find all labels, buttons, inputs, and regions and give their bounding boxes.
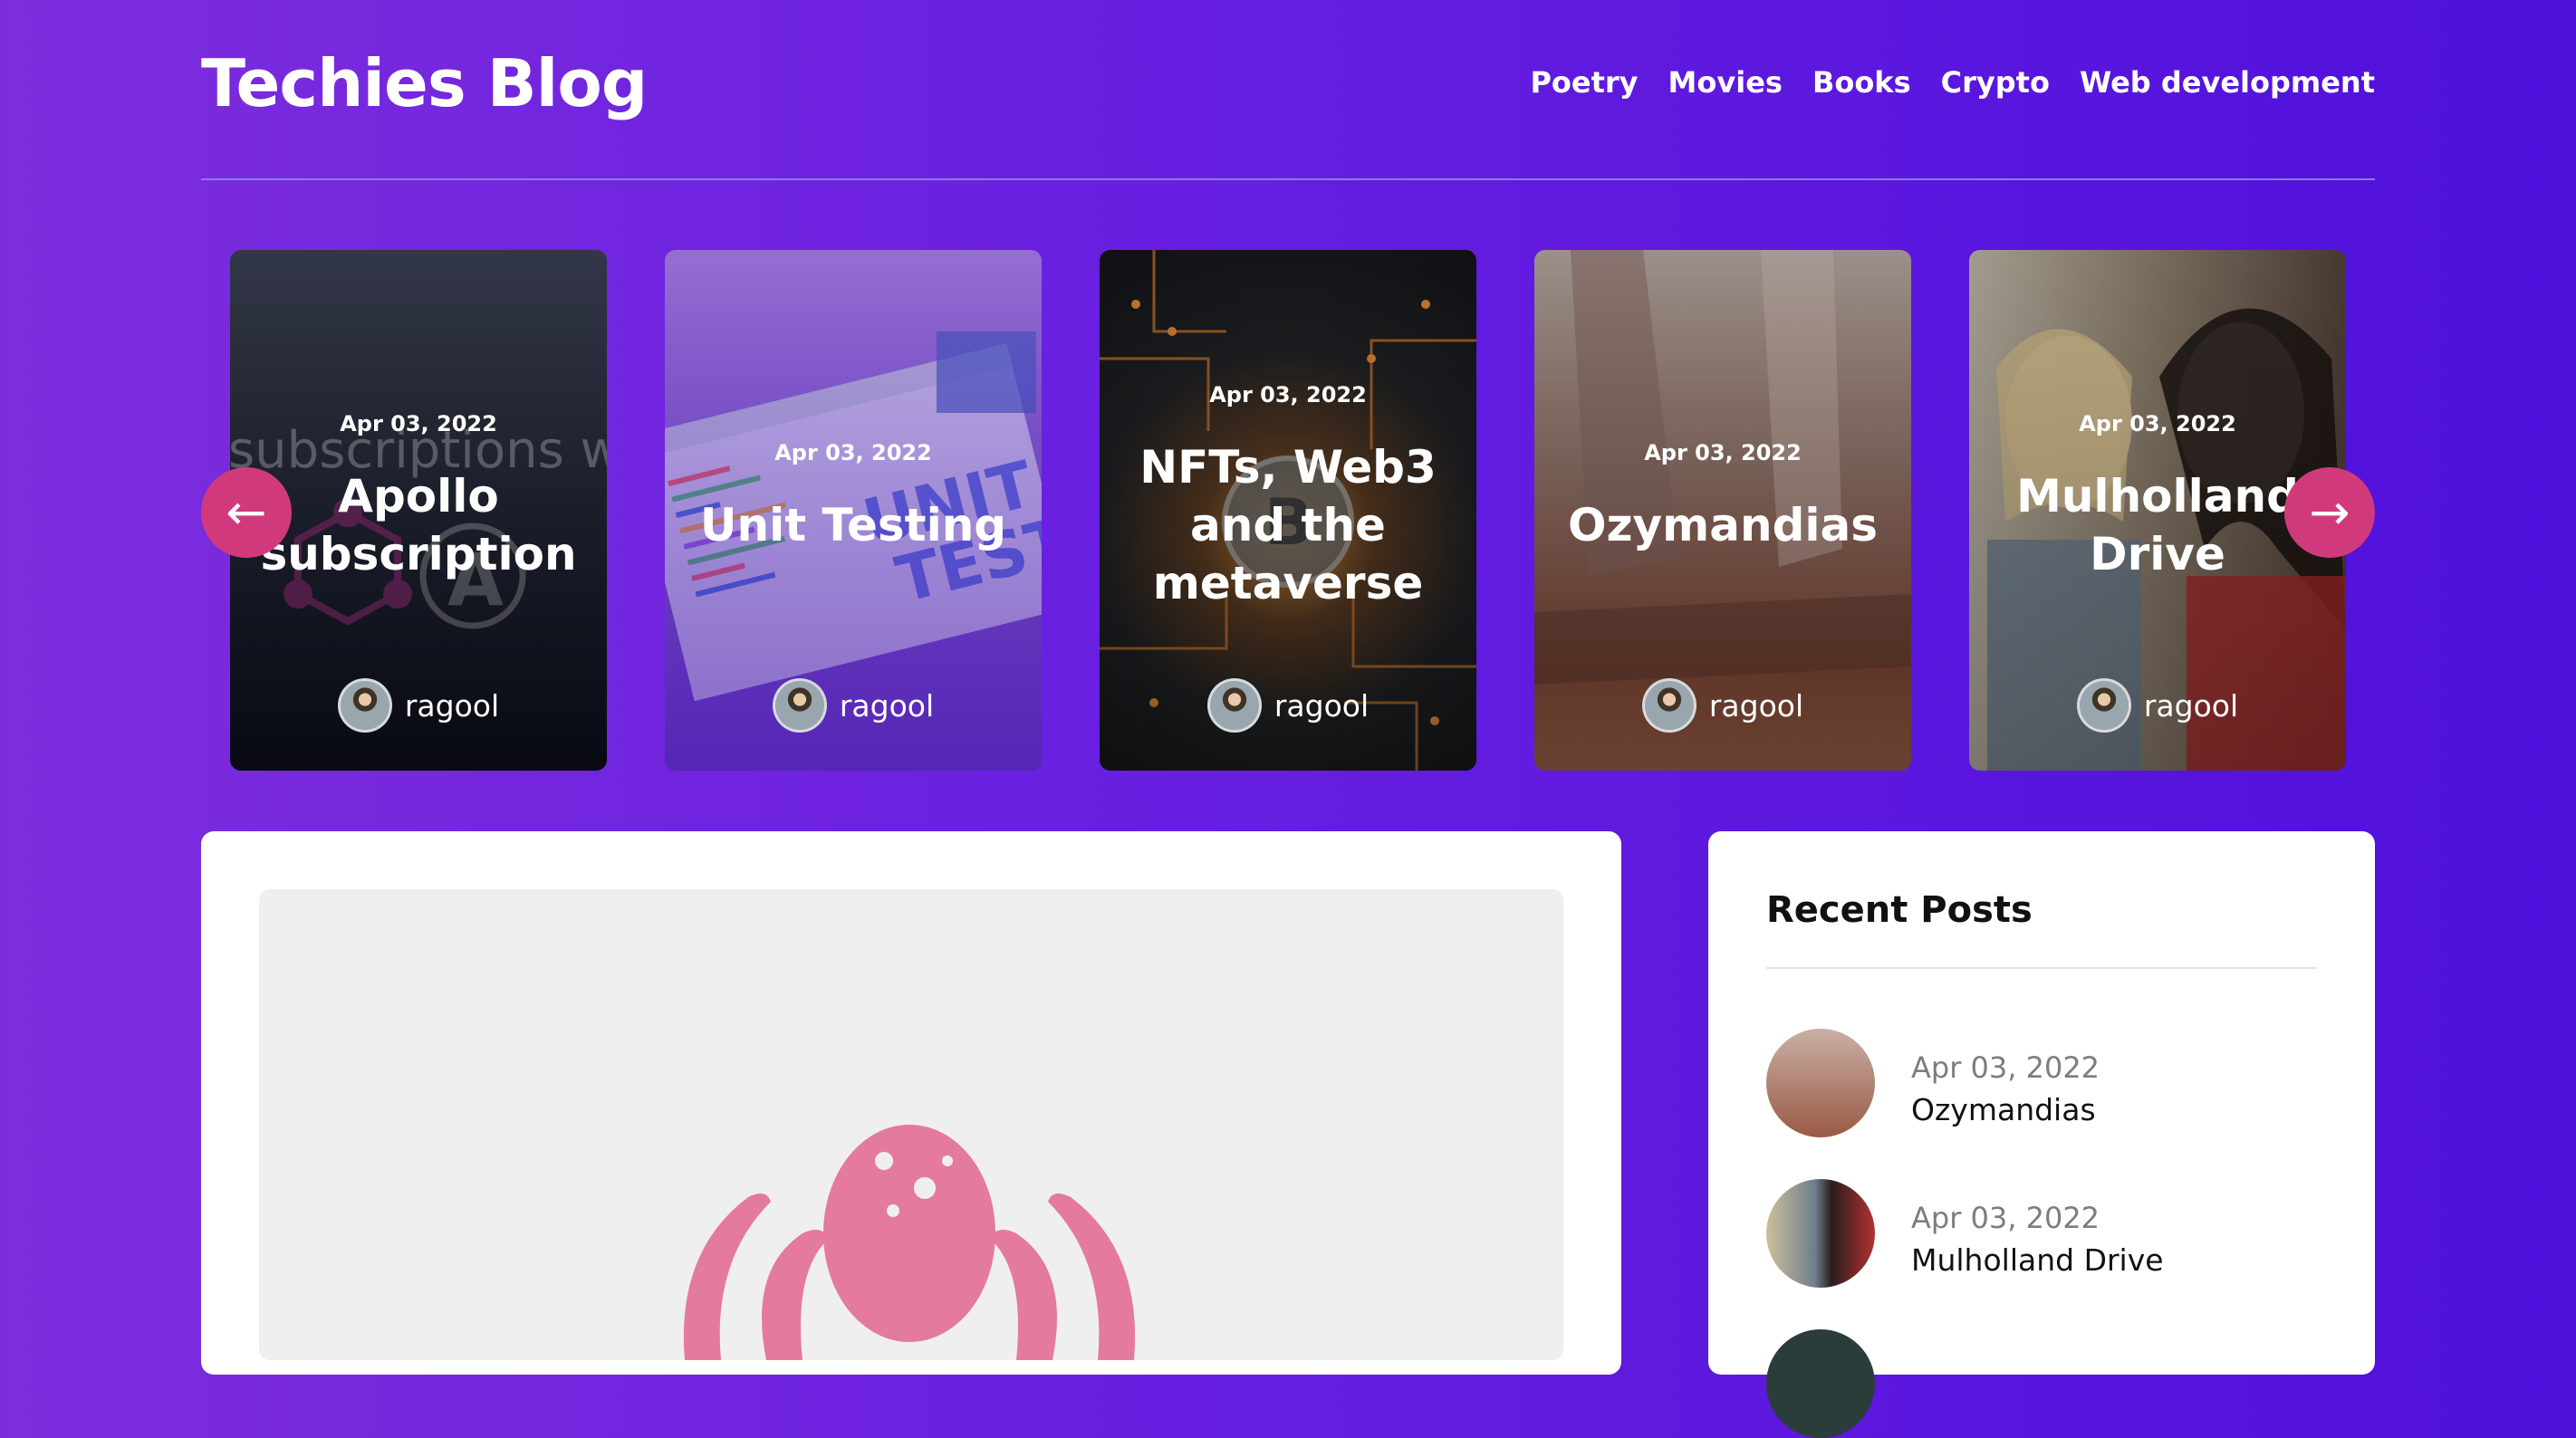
card-title[interactable]: NFTs, Web3 and the metaverse (1109, 438, 1467, 612)
author-avatar (772, 678, 827, 733)
card-date: Apr 03, 2022 (340, 411, 497, 436)
recent-post-thumbnail (1766, 1179, 1875, 1288)
recent-post-item[interactable] (1766, 1329, 2317, 1438)
nav-movies[interactable]: Movies (1668, 65, 1783, 100)
author-avatar (337, 678, 392, 733)
nav-books[interactable]: Books (1812, 65, 1911, 100)
recent-post-date: Apr 03, 2022 (1911, 1050, 2100, 1085)
carousel-card[interactable]: UNIT TESTS Apr 03, 2022 Unit Testing rag… (665, 250, 1042, 771)
carousel-prev-button[interactable]: ← (201, 467, 292, 558)
site-logo[interactable]: Techies Blog (201, 45, 648, 121)
arrow-left-icon: ← (226, 484, 267, 541)
main-nav: Poetry Movies Books Crypto Web developme… (1530, 65, 2375, 100)
recent-post-thumbnail (1766, 1329, 1875, 1438)
recent-posts-divider (1766, 967, 2317, 969)
featured-post-image[interactable] (259, 889, 1563, 1360)
author-avatar (1206, 678, 1262, 733)
card-author: ragool (1969, 678, 2346, 733)
arrow-right-icon: → (2309, 484, 2350, 541)
card-title[interactable]: Apollo subscription (239, 467, 598, 583)
carousel-card[interactable]: Apr 03, 2022 Ozymandias ragool (1534, 250, 1911, 771)
nav-web-development[interactable]: Web development (2080, 65, 2375, 100)
author-name: ragool (404, 687, 500, 724)
site-header: Techies Blog Poetry Movies Books Crypto … (201, 0, 2375, 179)
recent-post-item[interactable]: Apr 03, 2022 Ozymandias (1766, 1029, 2317, 1137)
recent-posts-title: Recent Posts (1766, 889, 2033, 931)
recent-posts-panel: Recent Posts Apr 03, 2022 Ozymandias Apr… (1708, 831, 2375, 1438)
card-date: Apr 03, 2022 (1209, 382, 1367, 407)
author-name: ragool (1274, 687, 1370, 724)
recent-post-item[interactable]: Apr 03, 2022 Mulholland Drive (1766, 1179, 2317, 1288)
card-date: Apr 03, 2022 (1644, 440, 1802, 465)
author-name: ragool (2143, 687, 2239, 724)
author-name: ragool (1708, 687, 1804, 724)
card-title[interactable]: Unit Testing (674, 496, 1033, 554)
recent-post-date: Apr 03, 2022 (1911, 1201, 2100, 1235)
card-author: ragool (1534, 678, 1911, 733)
card-title[interactable]: Ozymandias (1543, 496, 1902, 554)
main-content-panel (201, 831, 1621, 1375)
card-date: Apr 03, 2022 (2079, 411, 2236, 436)
recent-post-title[interactable]: Ozymandias (1911, 1092, 2096, 1127)
author-avatar (1641, 678, 1697, 733)
card-title[interactable]: Mulholland Drive (1978, 467, 2337, 583)
card-author: ragool (1100, 678, 1476, 733)
nav-crypto[interactable]: Crypto (1941, 65, 2050, 100)
nav-poetry[interactable]: Poetry (1530, 65, 1638, 100)
carousel-card[interactable]: B Apr 03, 2022 NFTs, Web3 and the metave… (1100, 250, 1476, 771)
header-divider (201, 178, 2375, 180)
card-author: ragool (665, 678, 1042, 733)
recent-post-thumbnail (1766, 1029, 1875, 1137)
recent-post-title[interactable]: Mulholland Drive (1911, 1242, 2164, 1278)
featured-carousel: subscriptions w A Apr 03, 2022 Apollo su… (201, 250, 2375, 772)
card-date: Apr 03, 2022 (774, 440, 932, 465)
carousel-next-button[interactable]: → (2284, 467, 2375, 558)
author-name: ragool (839, 687, 935, 724)
author-avatar (2076, 678, 2131, 733)
octopus-icon (683, 1125, 1136, 1360)
card-author: ragool (230, 678, 607, 733)
